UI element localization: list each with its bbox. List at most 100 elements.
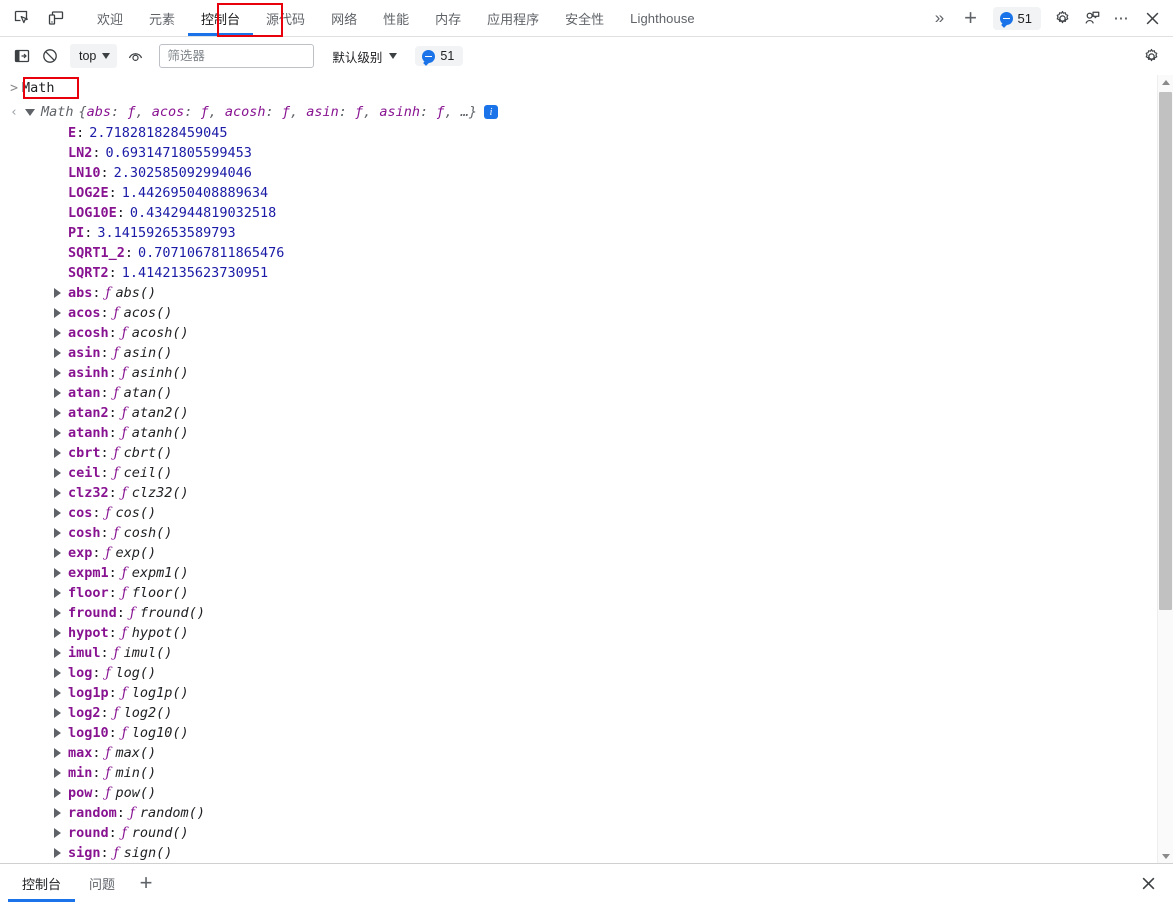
property-row[interactable]: hypot: ƒ hypot() [0,623,1158,643]
property-row[interactable]: atan: ƒ atan() [0,383,1158,403]
expand-triangle-icon[interactable] [54,468,61,478]
info-icon[interactable]: i [483,105,498,119]
tab-network[interactable]: 网络 [318,1,370,36]
expand-triangle-icon[interactable] [54,828,61,838]
console-settings-gear-icon[interactable] [1137,43,1165,69]
expand-triangle-icon[interactable] [25,108,35,116]
tab-sources[interactable]: 源代码 [253,1,318,36]
property-row[interactable]: floor: ƒ floor() [0,583,1158,603]
console-sidebar-icon[interactable] [8,43,36,69]
log-level-selector[interactable]: 默认级别 [328,44,401,68]
tab-elements[interactable]: 元素 [136,1,188,36]
execution-context-selector[interactable]: top [70,44,118,68]
expand-triangle-icon[interactable] [54,628,61,638]
property-row[interactable]: LOG2E:1.4426950408889634 [0,183,1158,203]
expand-triangle-icon[interactable] [54,848,61,858]
inspect-element-icon[interactable] [8,4,36,32]
tab-welcome[interactable]: 欢迎 [84,1,136,36]
expand-triangle-icon[interactable] [54,348,61,358]
expand-triangle-icon[interactable] [54,448,61,458]
device-toolbar-icon[interactable] [42,4,70,32]
property-row[interactable]: E:2.718281828459045 [0,123,1158,143]
toolbar-message-count-badge[interactable]: 51 [415,46,464,66]
property-row[interactable]: random: ƒ random() [0,803,1158,823]
expand-triangle-icon[interactable] [54,308,61,318]
expand-triangle-icon[interactable] [54,808,61,818]
tab-lighthouse[interactable]: Lighthouse [617,1,708,36]
property-row[interactable]: SQRT2:1.4142135623730951 [0,263,1158,283]
drawer-tab-issues[interactable]: 问题 [75,865,129,902]
gear-icon[interactable] [1047,3,1077,33]
expand-triangle-icon[interactable] [54,488,61,498]
expand-triangle-icon[interactable] [54,508,61,518]
expand-triangle-icon[interactable] [54,328,61,338]
property-row[interactable]: pow: ƒ pow() [0,783,1158,803]
property-row[interactable]: log2: ƒ log2() [0,703,1158,723]
property-row[interactable]: abs: ƒ abs() [0,283,1158,303]
expand-triangle-icon[interactable] [54,388,61,398]
more-tabs-chevron-icon[interactable]: » [925,3,955,33]
tab-memory[interactable]: 内存 [422,1,474,36]
console-prompt-row[interactable]: > Math [0,75,1158,101]
property-row[interactable]: atan2: ƒ atan2() [0,403,1158,423]
expand-triangle-icon[interactable] [54,588,61,598]
close-devtools-button[interactable] [1137,3,1167,33]
property-row[interactable]: max: ƒ max() [0,743,1158,763]
property-row[interactable]: log1p: ƒ log1p() [0,683,1158,703]
console-input-text[interactable]: Math [22,78,55,98]
property-row[interactable]: log10: ƒ log10() [0,723,1158,743]
property-row[interactable]: sign: ƒ sign() [0,843,1158,863]
expand-triangle-icon[interactable] [54,728,61,738]
drawer-close-button[interactable] [1133,868,1163,898]
expand-triangle-icon[interactable] [54,428,61,438]
property-row[interactable]: SQRT1_2:0.7071067811865476 [0,243,1158,263]
expand-triangle-icon[interactable] [54,408,61,418]
expand-triangle-icon[interactable] [54,668,61,678]
expand-triangle-icon[interactable] [54,528,61,538]
property-row[interactable]: PI:3.141592653589793 [0,223,1158,243]
clear-console-icon[interactable] [36,43,64,69]
expand-triangle-icon[interactable] [54,368,61,378]
property-row[interactable]: expm1: ƒ expm1() [0,563,1158,583]
drawer-add-tab-button[interactable]: + [129,870,163,896]
expand-triangle-icon[interactable] [54,568,61,578]
property-row[interactable]: cosh: ƒ cosh() [0,523,1158,543]
scrollbar-thumb[interactable] [1159,92,1172,610]
property-row[interactable]: round: ƒ round() [0,823,1158,843]
property-row[interactable]: cbrt: ƒ cbrt() [0,443,1158,463]
property-row[interactable]: acosh: ƒ acosh() [0,323,1158,343]
expand-triangle-icon[interactable] [54,288,61,298]
tab-security[interactable]: 安全性 [552,1,617,36]
scroll-down-arrow-icon[interactable] [1158,849,1173,864]
feedback-icon[interactable] [1077,3,1107,33]
expand-triangle-icon[interactable] [54,648,61,658]
expand-triangle-icon[interactable] [54,708,61,718]
property-row[interactable]: exp: ƒ exp() [0,543,1158,563]
tab-performance[interactable]: 性能 [370,1,422,36]
property-row[interactable]: clz32: ƒ clz32() [0,483,1158,503]
property-row[interactable]: ceil: ƒ ceil() [0,463,1158,483]
property-row[interactable]: fround: ƒ fround() [0,603,1158,623]
scroll-up-arrow-icon[interactable] [1158,75,1173,90]
expand-triangle-icon[interactable] [54,768,61,778]
expand-triangle-icon[interactable] [54,608,61,618]
expand-triangle-icon[interactable] [54,548,61,558]
drawer-tab-console[interactable]: 控制台 [8,865,76,902]
add-tab-button[interactable]: + [955,3,987,33]
property-row[interactable]: min: ƒ min() [0,763,1158,783]
property-row[interactable]: cos: ƒ cos() [0,503,1158,523]
property-row[interactable]: LOG10E:0.4342944819032518 [0,203,1158,223]
console-scrollbar[interactable] [1157,75,1173,864]
live-expression-eye-icon[interactable] [121,43,149,69]
filter-input[interactable] [159,44,315,68]
expand-triangle-icon[interactable] [54,688,61,698]
tab-application[interactable]: 应用程序 [474,1,552,36]
property-row[interactable]: asinh: ƒ asinh() [0,363,1158,383]
property-row[interactable]: LN2:0.6931471805599453 [0,143,1158,163]
expand-triangle-icon[interactable] [54,748,61,758]
more-options-button[interactable]: ⋯ [1107,3,1137,33]
expand-triangle-icon[interactable] [54,788,61,798]
property-row[interactable]: acos: ƒ acos() [0,303,1158,323]
property-row[interactable]: atanh: ƒ atanh() [0,423,1158,443]
property-row[interactable]: log: ƒ log() [0,663,1158,683]
